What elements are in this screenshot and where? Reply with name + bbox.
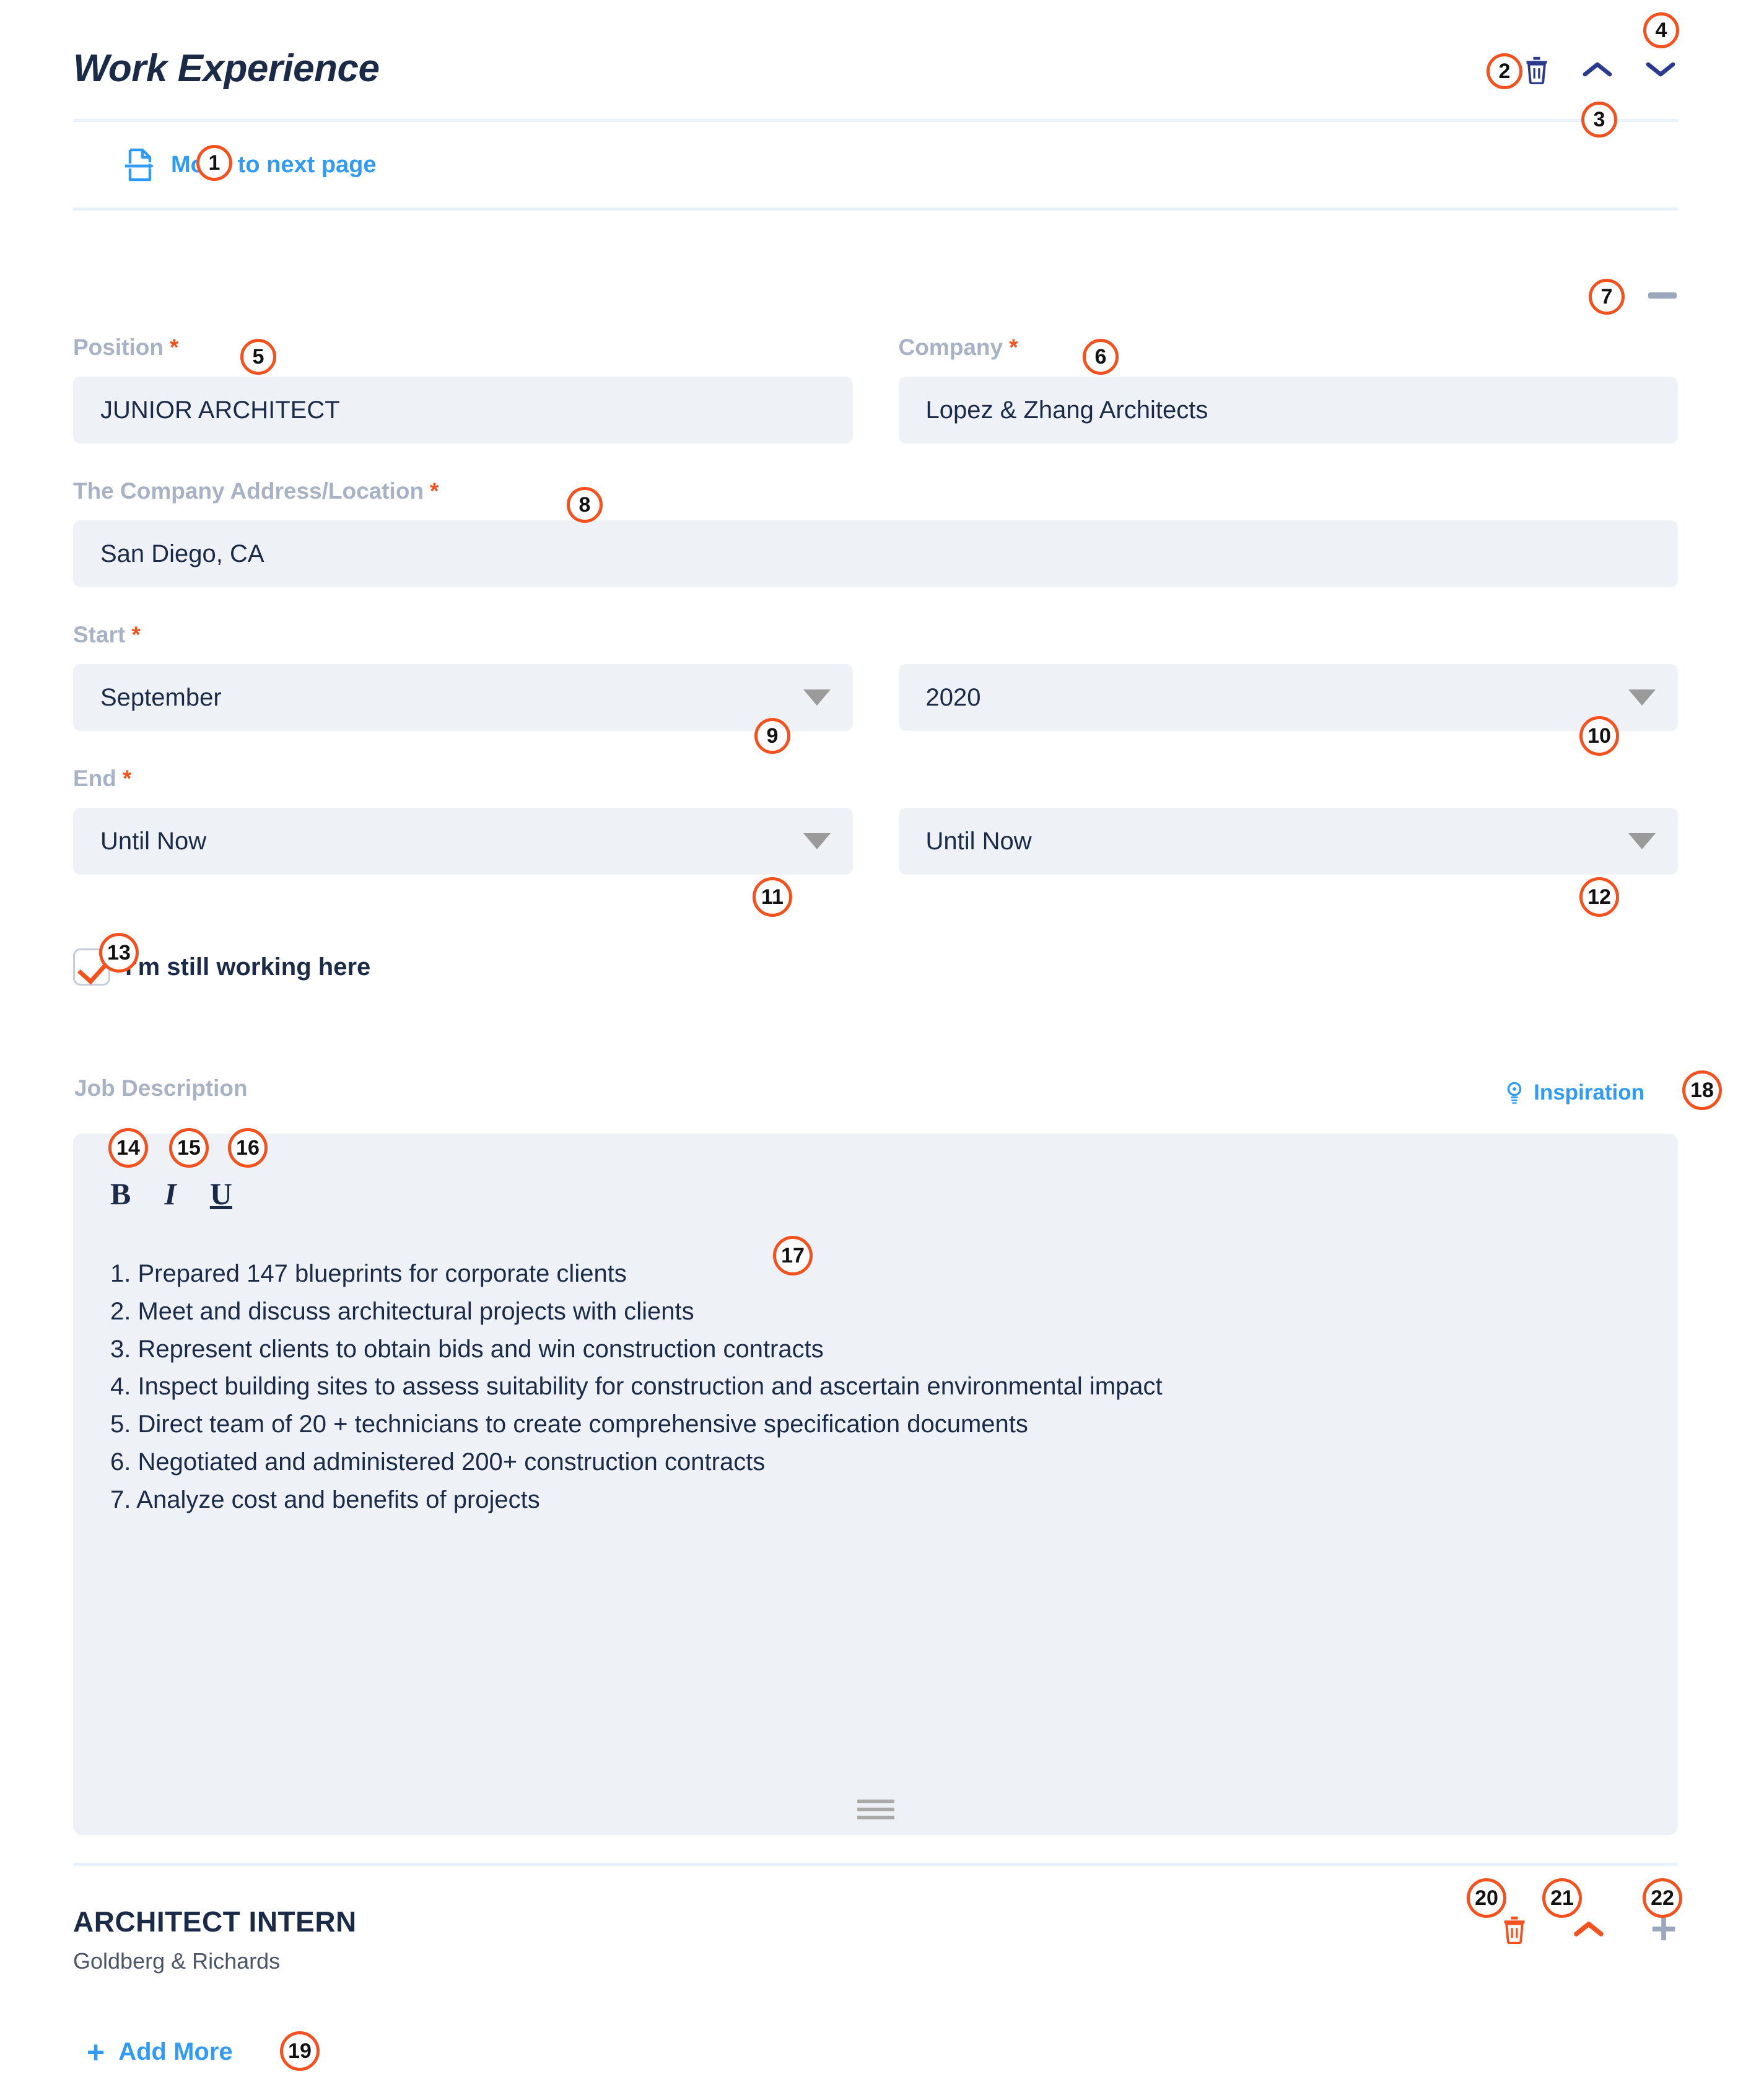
job-description-label: Job Description bbox=[74, 1075, 248, 1101]
marker-19: 19 bbox=[280, 2031, 320, 2071]
marker-3: 3 bbox=[1581, 102, 1617, 138]
start-selects-row: September 2020 bbox=[73, 664, 1678, 731]
address-label: The Company Address/Location * bbox=[73, 478, 439, 504]
marker-16: 16 bbox=[228, 1128, 268, 1168]
end-label: End * bbox=[73, 766, 132, 791]
marker-12: 12 bbox=[1579, 877, 1619, 917]
entry-company: Goldberg & Richards bbox=[73, 1948, 281, 1974]
start-date-group: Start * September 2020 bbox=[73, 622, 1678, 731]
chevron-down-icon[interactable] bbox=[1644, 59, 1677, 80]
resize-handle[interactable] bbox=[857, 1800, 894, 1824]
position-field-group: Position * JUNIOR ARCHITECT bbox=[73, 335, 853, 444]
add-more-label: Add More bbox=[118, 2038, 233, 2065]
job-description-text[interactable]: 1. Prepared 147 blueprints for corporate… bbox=[110, 1255, 1641, 1519]
add-more-button[interactable]: + Add More bbox=[87, 2034, 233, 2070]
marker-17: 17 bbox=[773, 1236, 813, 1275]
minus-icon[interactable] bbox=[1648, 292, 1677, 299]
marker-14: 14 bbox=[108, 1128, 148, 1168]
work-experience-form: Work Experience Move to next page Positi… bbox=[0, 0, 1751, 2100]
chevron-down-icon bbox=[803, 689, 831, 706]
description-line: 1. Prepared 147 blueprints for corporate… bbox=[110, 1260, 627, 1287]
plus-icon: + bbox=[87, 2034, 105, 2070]
description-line: 4. Inspect building sites to assess suit… bbox=[110, 1373, 1163, 1401]
entry-title: ARCHITECT INTERN bbox=[73, 1905, 357, 1938]
start-label: Start * bbox=[73, 622, 141, 647]
bold-button[interactable]: B bbox=[110, 1178, 131, 1209]
divider-under-movepage bbox=[73, 208, 1678, 211]
required-asterisk: * bbox=[122, 766, 132, 791]
rich-text-toolbar: B I U bbox=[110, 1178, 232, 1209]
job-description-editor[interactable]: B I U 1. Prepared 147 blueprints for cor… bbox=[73, 1134, 1678, 1835]
required-asterisk: * bbox=[1009, 335, 1018, 360]
description-line: 7. Analyze cost and benefits of projects bbox=[110, 1485, 540, 1513]
end-month-select[interactable]: Until Now bbox=[73, 808, 853, 875]
page-break-icon bbox=[125, 148, 154, 182]
marker-21: 21 bbox=[1542, 1878, 1582, 1918]
inspiration-button[interactable]: Inspiration bbox=[1505, 1080, 1644, 1105]
required-asterisk: * bbox=[430, 478, 439, 504]
company-field-group: Company * Lopez & Zhang Architects bbox=[898, 335, 1678, 444]
entry-actions bbox=[1501, 1914, 1678, 1944]
marker-4: 4 bbox=[1643, 12, 1679, 48]
experience-fields: Position * JUNIOR ARCHITECT Company * Lo… bbox=[73, 335, 1678, 875]
start-month-select[interactable]: September bbox=[73, 664, 853, 731]
address-field-group: The Company Address/Location * San Diego… bbox=[73, 478, 1678, 587]
end-year-select[interactable]: Until Now bbox=[898, 808, 1678, 875]
start-year-select[interactable]: 2020 bbox=[898, 664, 1678, 731]
marker-2: 2 bbox=[1487, 53, 1522, 89]
chevron-up-icon[interactable] bbox=[1581, 59, 1613, 80]
description-line: 5. Direct team of 20 + technicians to cr… bbox=[110, 1411, 1028, 1438]
lightbulb-icon bbox=[1507, 1082, 1522, 1104]
marker-15: 15 bbox=[169, 1128, 209, 1168]
next-experience-entry[interactable]: ARCHITECT INTERN Goldberg & Richards bbox=[73, 1905, 357, 1974]
italic-button[interactable]: I bbox=[159, 1178, 181, 1209]
underline-button[interactable]: U bbox=[210, 1178, 232, 1209]
trash-icon[interactable] bbox=[1501, 1914, 1528, 1944]
plus-icon[interactable] bbox=[1649, 1915, 1678, 1943]
required-asterisk: * bbox=[131, 622, 141, 647]
page-title: Work Experience bbox=[73, 47, 380, 90]
marker-6: 6 bbox=[1083, 339, 1119, 375]
marker-18: 18 bbox=[1682, 1070, 1722, 1110]
chevron-up-icon[interactable] bbox=[1573, 1918, 1605, 1940]
marker-10: 10 bbox=[1579, 716, 1619, 756]
marker-8: 8 bbox=[567, 487, 603, 523]
position-label: Position * bbox=[73, 335, 179, 360]
still-working-label: I'm still working here bbox=[125, 953, 371, 981]
marker-22: 22 bbox=[1643, 1878, 1682, 1918]
chevron-down-icon bbox=[1628, 689, 1656, 706]
end-date-group: End * Until Now Until Now bbox=[73, 766, 1678, 875]
divider-top bbox=[73, 119, 1678, 122]
address-input[interactable]: San Diego, CA bbox=[73, 520, 1678, 587]
move-to-next-page-button[interactable]: Move to next page bbox=[124, 147, 377, 182]
marker-7: 7 bbox=[1589, 279, 1625, 315]
marker-20: 20 bbox=[1467, 1878, 1506, 1918]
chevron-down-icon bbox=[803, 833, 831, 849]
chevron-down-icon bbox=[1628, 833, 1656, 849]
description-line: 2. Meet and discuss architectural projec… bbox=[110, 1297, 694, 1325]
inspiration-label: Inspiration bbox=[1534, 1080, 1644, 1105]
divider-bottom bbox=[73, 1863, 1678, 1866]
required-asterisk: * bbox=[169, 335, 179, 360]
position-company-row: Position * JUNIOR ARCHITECT Company * Lo… bbox=[73, 335, 1678, 444]
position-input[interactable]: JUNIOR ARCHITECT bbox=[73, 377, 853, 444]
description-line: 3. Represent clients to obtain bids and … bbox=[110, 1335, 824, 1363]
company-label: Company * bbox=[898, 335, 1018, 360]
marker-13: 13 bbox=[99, 933, 139, 973]
section-header-actions bbox=[1523, 55, 1677, 84]
marker-11: 11 bbox=[753, 877, 792, 917]
marker-1: 1 bbox=[196, 145, 232, 181]
description-line: 6. Negotiated and administered 200+ cons… bbox=[110, 1448, 766, 1476]
company-input[interactable]: Lopez & Zhang Architects bbox=[898, 377, 1678, 444]
end-selects-row: Until Now Until Now bbox=[73, 808, 1678, 875]
marker-9: 9 bbox=[754, 718, 790, 754]
trash-icon[interactable] bbox=[1523, 55, 1550, 84]
marker-5: 5 bbox=[240, 339, 276, 375]
